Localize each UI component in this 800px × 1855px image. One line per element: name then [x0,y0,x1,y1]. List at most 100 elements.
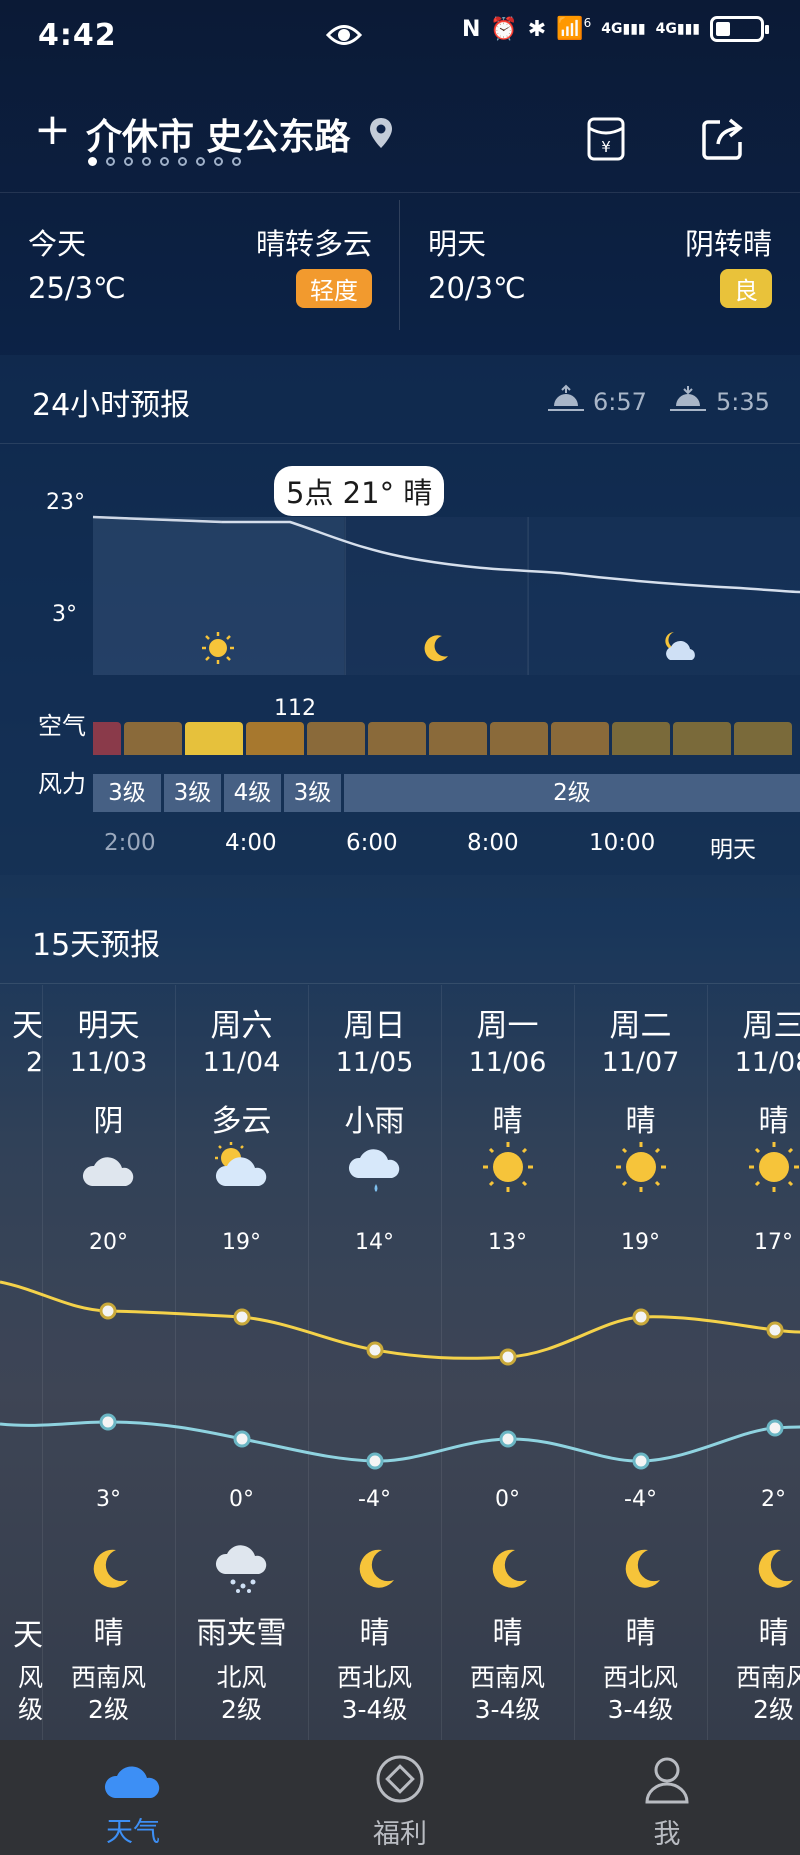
today-label: 今天 [28,227,87,261]
night-condition: 晴 [625,1616,656,1651]
day-column[interactable]: 周六 11/04 多云 19° 0° 雨夹雪 北风 2级 [175,1000,308,1740]
wind-level: 2级 [88,1695,129,1724]
day-date: 11/07 [601,1047,680,1078]
day-date: 11/03 [69,1047,148,1078]
wind-direction: 北风 [216,1663,267,1692]
day-column[interactable]: 周三 11/08 晴 17° 2° 晴 西南风 2级 [707,1000,800,1740]
today-summary[interactable]: 今天 晴转多云 25/3℃ 轻度 [28,193,372,335]
tomorrow-summary[interactable]: 明天 阴转晴 20/3℃ 良 [428,193,772,335]
day-name: 周一 [476,1008,539,1044]
day-column[interactable]: 周二 11/07 晴 19° -4° 晴 西北风 3-4级 [574,1000,707,1740]
page-dot [196,157,205,166]
wind-cell: 3级 [164,774,221,812]
high-temp: 19° [222,1230,261,1255]
nav-weather[interactable]: 天气 [0,1740,266,1849]
moon-icon [359,1549,394,1588]
wind-cell: 3级 [284,774,341,812]
today-aq-badge: 轻度 [296,269,372,308]
wind-label: 风力 [38,770,86,798]
night-condition: 晴 [359,1616,390,1651]
time-label: 4:00 [225,830,277,856]
high-temp: 20° [89,1230,128,1255]
nav-benefits[interactable]: 福利 [267,1740,533,1851]
wind-level: 2级 [753,1695,794,1724]
low-temp: 0° [495,1487,520,1512]
wind-level: 3-4级 [607,1695,674,1724]
tomorrow-condition: 阴转晴 [684,227,772,261]
signal-icon-2: 4G▮▮▮ [655,21,700,37]
page-dot [178,157,187,166]
low-temp: 0° [229,1487,254,1512]
sunrise-time: 6:57 [593,388,647,416]
night-condition: 天 [13,1618,43,1653]
day-column[interactable]: 明天 11/03 阴 20° 3° 晴 西南风 2级 [42,1000,175,1740]
day-column[interactable]: 周一 11/06 晴 13° 0° 晴 西南风 3-4级 [441,1000,574,1740]
benefits-icon [376,1755,424,1803]
wind-direction: 西南风 [735,1663,800,1692]
temp-tooltip: 5点 21° 晴 [274,466,445,516]
summary-divider [399,200,400,330]
moon-icon [424,635,448,662]
day-name: 周三 [742,1008,800,1044]
sleet-icon [215,1545,267,1593]
wind-direction: 西北风 [602,1663,678,1692]
day-date: 11/08 [734,1047,800,1078]
add-city-button[interactable]: + [34,108,71,152]
time-label: 2:00 [104,830,156,856]
low-temp: 2° [761,1487,786,1512]
status-icons: N ⏰ ✱ 📶6 4G▮▮▮ 4G▮▮▮ [461,16,769,42]
sun-icon [483,1142,533,1192]
moon-icon [758,1549,793,1588]
moon-icon [625,1549,660,1588]
aqi-bar [429,722,487,755]
wind-level: 级 [17,1695,43,1724]
day-date: 2 [25,1047,43,1078]
day-column[interactable]: 天 2 天 风 级 [0,1000,43,1740]
moon-icon [93,1549,128,1588]
bluetooth-icon: ✱ [527,16,547,42]
air-label: 空气 [38,712,86,740]
low-temp: -4° [358,1487,391,1512]
weather-cloud-icon [104,1766,160,1798]
red-packet-icon[interactable]: ¥ [586,116,626,162]
aqi-bar [368,722,426,755]
network-type-2: 4G [655,21,677,37]
wind-cell: 2级 [344,774,800,812]
wind-level: 2级 [221,1695,262,1724]
page-dot [106,157,115,166]
wind-direction: 西北风 [336,1663,412,1692]
location-title[interactable]: 介休市 史公东路 [86,108,351,160]
nfc-icon: N [461,16,481,42]
time-label: 10:00 [589,830,656,856]
day-date: 11/05 [335,1047,414,1078]
nav-me[interactable]: 我 [534,1740,800,1851]
wind-cells: 3级 3级 4级 3级 2级 [93,774,800,812]
day-date: 11/06 [468,1047,547,1078]
wifi-badge: 6 [583,16,592,31]
signal-icon-1: 4G▮▮▮ [601,21,646,37]
today-temp: 25/3℃ [28,271,126,305]
today-tomorrow-summary: 今天 晴转多云 25/3℃ 轻度 明天 阴转晴 20/3℃ 良 [0,192,800,335]
page-dot [124,157,133,166]
sunset-time: 5:35 [716,388,770,416]
air-quality-bars [93,722,800,755]
share-icon[interactable] [700,116,746,162]
day-condition: 多云 [211,1104,272,1139]
page-dot [214,157,223,166]
high-temp: 19° [621,1230,660,1255]
page-dot [232,157,241,166]
day-condition: 晴 [758,1104,789,1139]
today-condition: 晴转多云 [255,227,372,261]
aqi-bar [307,722,365,755]
night-condition: 晴 [492,1616,523,1651]
aqi-bar [551,722,609,755]
battery-icon [710,16,769,42]
aqi-bar [673,722,731,755]
day-name: 周二 [609,1008,672,1044]
forecast-15d-title: 15天预报 [32,928,161,963]
day-name: 明天 [77,1008,140,1044]
day-name: 天 [12,1008,43,1044]
tomorrow-label: 明天 [428,227,487,261]
day-column[interactable]: 周日 11/05 小雨 14° -4° 晴 西北风 3-4级 [308,1000,441,1740]
forecast-24h-title: 24小时预报 [32,388,191,423]
